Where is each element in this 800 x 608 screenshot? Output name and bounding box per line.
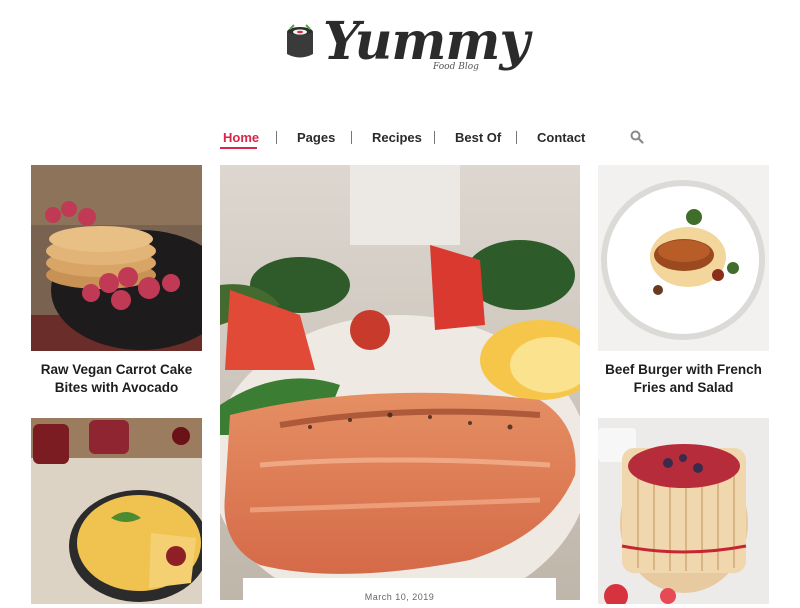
post-title[interactable]: Beef Burger with French Fries and Salad — [598, 361, 769, 397]
post-card[interactable]: Raw Vegan Carrot Cake Bites with Avocado — [31, 165, 202, 397]
nav-item-pages[interactable]: Pages — [297, 130, 335, 145]
nav-separator — [276, 131, 277, 144]
nav-item-recipes[interactable]: Recipes — [372, 130, 422, 145]
featured-post-meta: March 10, 2019 — [243, 578, 556, 608]
post-title-line[interactable]: Beef Burger with French — [605, 362, 762, 377]
nav-separator — [351, 131, 352, 144]
search-icon[interactable] — [630, 130, 644, 144]
post-title[interactable]: Raw Vegan Carrot Cake Bites with Avocado — [31, 361, 202, 397]
post-title-line[interactable]: Raw Vegan Carrot Cake — [41, 362, 193, 377]
logo-wordmark: Yummy — [323, 11, 530, 72]
post-date: March 10, 2019 — [364, 592, 435, 602]
post-image-beef-dish[interactable] — [598, 165, 769, 351]
nav-separator — [434, 131, 435, 144]
post-image-pancakes[interactable] — [31, 165, 202, 351]
post-card[interactable]: Beef Burger with French Fries and Salad — [598, 165, 769, 397]
nav-item-contact[interactable]: Contact — [537, 130, 585, 145]
nav-item-home[interactable]: Home — [223, 130, 259, 145]
post-image-quiche[interactable] — [31, 418, 202, 604]
logo-tagline: Food Blog — [433, 62, 479, 72]
site-logo[interactable]: Yummy Food Blog — [285, 12, 530, 78]
post-image-berry-cake[interactable] — [598, 418, 769, 604]
post-title-line[interactable]: Bites with Avocado — [55, 380, 179, 395]
nav-active-underline — [220, 147, 257, 149]
nav-item-best-of[interactable]: Best Of — [455, 130, 501, 145]
nav-separator — [516, 131, 517, 144]
featured-post-image[interactable] — [220, 165, 580, 600]
main-nav: Home Pages Recipes Best Of Contact — [0, 126, 800, 156]
post-title-line[interactable]: Fries and Salad — [634, 380, 734, 395]
sushi-roll-icon — [287, 24, 313, 58]
